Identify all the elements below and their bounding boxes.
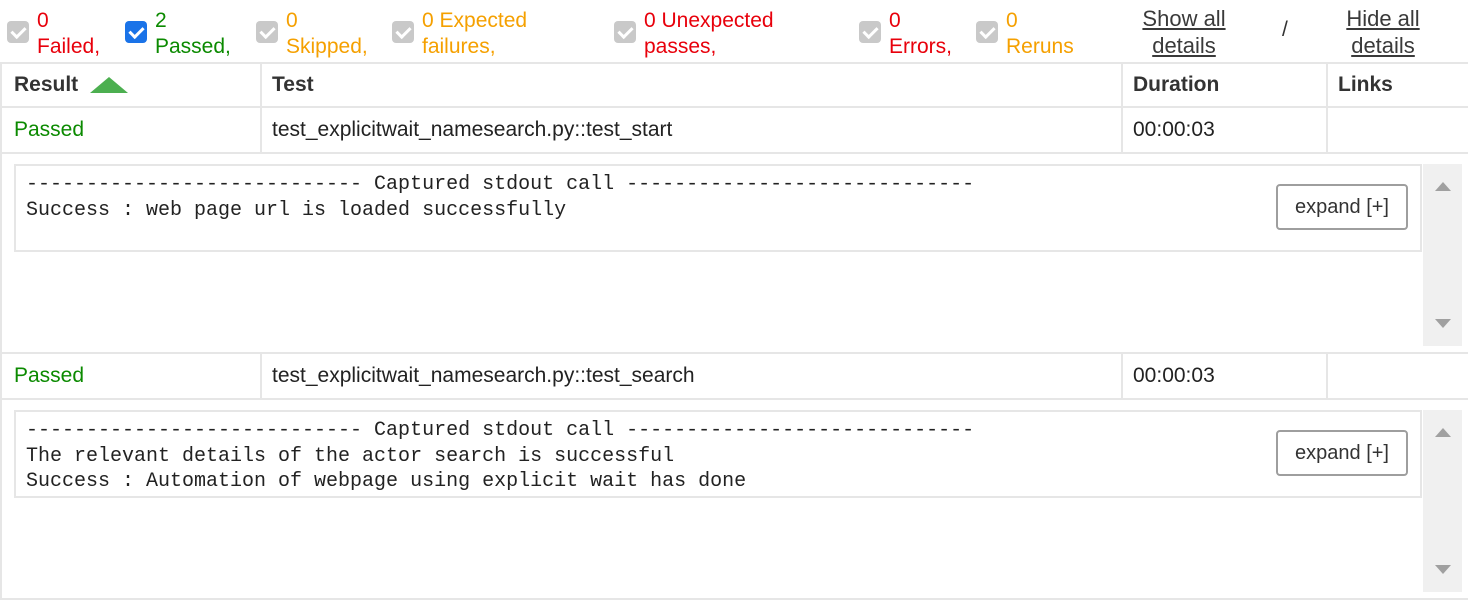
- show-all-line2: details: [1152, 33, 1216, 58]
- link-separator: /: [1282, 18, 1288, 41]
- expand-button[interactable]: expand [+]: [1276, 184, 1408, 230]
- links-cell: [1326, 354, 1468, 398]
- hide-all-details-link[interactable]: Hide all details: [1336, 5, 1430, 59]
- filter-reruns[interactable]: 0 Reruns: [976, 8, 1074, 58]
- hide-all-line1: Hide all: [1346, 6, 1420, 31]
- failed-checkbox[interactable]: [7, 21, 29, 43]
- filter-expected-failures[interactable]: 0 Expected failures,: [392, 8, 527, 58]
- header-links-label: Links: [1338, 73, 1393, 96]
- scroll-up-icon[interactable]: [1435, 182, 1451, 191]
- filter-passed[interactable]: 2 Passed,: [125, 8, 231, 58]
- filter-bar: 0 Failed, 2 Passed, 0 Skipped, 0 Expecte…: [0, 0, 1468, 62]
- header-test-label: Test: [272, 73, 314, 96]
- expected-failures-line1: 0 Expected: [422, 9, 528, 32]
- expected-failures-checkbox[interactable]: [392, 21, 414, 43]
- log-scrollbar[interactable]: [1423, 410, 1462, 592]
- header-test[interactable]: Test: [260, 64, 1121, 106]
- failed-label: Failed,: [37, 35, 101, 58]
- table-row[interactable]: Passed test_explicitwait_namesearch.py::…: [0, 108, 1468, 154]
- log-scrollbar[interactable]: [1423, 164, 1462, 346]
- passed-count: 2: [155, 9, 167, 32]
- skipped-label: Skipped,: [286, 35, 368, 58]
- scroll-down-icon[interactable]: [1435, 319, 1451, 328]
- show-all-line1: Show all: [1142, 6, 1226, 31]
- table-header-row: Result Test Duration Links: [0, 62, 1468, 108]
- passed-label: Passed,: [155, 35, 231, 58]
- skipped-checkbox[interactable]: [256, 21, 278, 43]
- reruns-checkbox[interactable]: [976, 21, 998, 43]
- expected-failures-line2: failures,: [422, 35, 496, 58]
- failed-count: 0: [37, 9, 49, 32]
- duration-cell: 00:00:03: [1121, 108, 1326, 152]
- unexpected-passes-line1: 0 Unexpected: [644, 9, 774, 32]
- test-name-cell: test_explicitwait_namesearch.py::test_st…: [260, 108, 1121, 152]
- expand-button[interactable]: expand [+]: [1276, 430, 1408, 476]
- sort-ascending-icon: [90, 77, 129, 93]
- reruns-count: 0: [1006, 9, 1018, 32]
- scroll-up-icon[interactable]: [1435, 428, 1451, 437]
- header-links: Links: [1326, 64, 1468, 106]
- errors-label: Errors,: [889, 35, 952, 58]
- header-result[interactable]: Result: [0, 64, 260, 106]
- captured-log: ---------------------------- Captured st…: [14, 164, 1422, 252]
- reruns-label: Reruns: [1006, 35, 1074, 58]
- header-duration-label: Duration: [1133, 73, 1220, 96]
- unexpected-passes-checkbox[interactable]: [614, 21, 636, 43]
- captured-log: ---------------------------- Captured st…: [14, 410, 1422, 498]
- errors-count: 0: [889, 9, 901, 32]
- skipped-count: 0: [286, 9, 298, 32]
- header-result-label: Result: [14, 73, 79, 96]
- scroll-down-icon[interactable]: [1435, 565, 1451, 574]
- unexpected-passes-line2: passes,: [644, 35, 717, 58]
- filter-errors[interactable]: 0 Errors,: [859, 8, 952, 58]
- row-details: ---------------------------- Captured st…: [0, 154, 1468, 354]
- hide-all-line2: details: [1351, 33, 1415, 58]
- filter-failed[interactable]: 0 Failed,: [7, 8, 100, 58]
- results-table: Result Test Duration Links Passed test_e…: [0, 62, 1468, 600]
- result-cell: Passed: [0, 108, 260, 152]
- result-cell: Passed: [0, 354, 260, 398]
- header-duration[interactable]: Duration: [1121, 64, 1326, 106]
- filter-unexpected-passes[interactable]: 0 Unexpected passes,: [614, 8, 774, 58]
- duration-cell: 00:00:03: [1121, 354, 1326, 398]
- links-cell: [1326, 108, 1468, 152]
- errors-checkbox[interactable]: [859, 21, 881, 43]
- row-details: ---------------------------- Captured st…: [0, 400, 1468, 600]
- test-name-cell: test_explicitwait_namesearch.py::test_se…: [260, 354, 1121, 398]
- passed-checkbox[interactable]: [125, 21, 147, 43]
- show-all-details-link[interactable]: Show all details: [1132, 5, 1236, 59]
- filter-skipped[interactable]: 0 Skipped,: [256, 8, 368, 58]
- table-row[interactable]: Passed test_explicitwait_namesearch.py::…: [0, 354, 1468, 400]
